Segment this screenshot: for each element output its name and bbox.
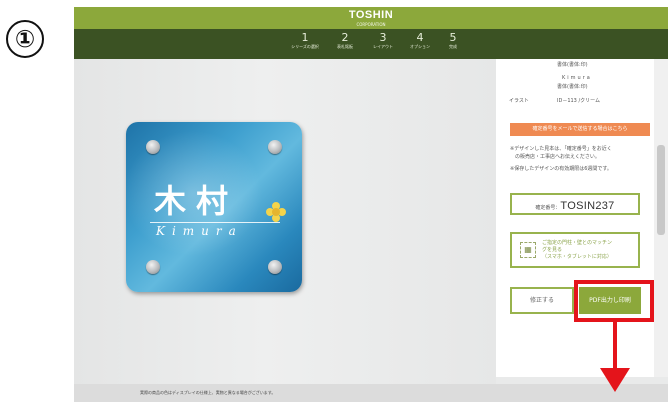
step-5[interactable]: 5 完成 [436, 32, 470, 50]
step-number: 5 [449, 31, 457, 44]
step-number-1: ① [6, 20, 44, 58]
scrollbar-thumb[interactable] [657, 145, 665, 235]
screw-icon [268, 260, 282, 274]
highlight-box [574, 280, 654, 322]
code-label: 確定番号： [535, 205, 561, 211]
qr-code-icon: ▦ [520, 242, 536, 258]
step-number: 1 [301, 31, 309, 44]
brand-logo-text: TOSHIN [348, 9, 394, 21]
brand-header: TOSHIN CORPORATION [74, 7, 668, 29]
settings-panel [496, 59, 654, 377]
nameplate-romaji: Kimura [156, 224, 243, 238]
disclaimer-text: 実際の商品の色はディスプレイの仕様上、実物と異なる場合がございます。 [140, 390, 276, 395]
nameplate-divider [150, 222, 280, 223]
step-number: 4 [416, 31, 424, 44]
qr-text-line: グを見る [542, 247, 563, 253]
step-label: 完成 [449, 44, 457, 49]
email-code-button[interactable]: 確定番号をメールで送信する場合はこちら [510, 123, 650, 136]
qr-text: ご指定の門柱・壁とのマッチン グを見る （スマホ・タブレットに対応） [542, 240, 612, 261]
panel-scrollbar[interactable] [654, 59, 668, 377]
illust-label: イラスト [509, 98, 529, 104]
font-value: 書体(書体:印) [557, 62, 588, 68]
screw-icon [268, 140, 282, 154]
qr-text-line: ご指定の門柱・壁とのマッチン [542, 240, 612, 246]
romaji-value: Kimura [562, 75, 592, 81]
edit-button[interactable]: 修正する [510, 287, 574, 314]
screw-icon [146, 260, 160, 274]
step-label: オプション [410, 44, 430, 49]
arrow-head-icon [600, 368, 630, 392]
step-navigation: 1 シリーズの選択 2 表札銘板 3 レイアウト 4 オプション 5 完成 [74, 29, 668, 59]
brand-subtitle: CORPORATION [356, 22, 386, 27]
note-line: の販売店・工事店へお伝えください。 [510, 154, 600, 160]
nameplate-preview: 木村 Kimura [126, 122, 302, 292]
qr-match-button[interactable]: ▦ ご指定の門柱・壁とのマッチン グを見る （スマホ・タブレットに対応） [510, 232, 640, 268]
note-line: ※保存したデザインの有効期限は6週間です。 [510, 166, 612, 172]
step-label: シリーズの選択 [291, 44, 319, 49]
step-label: レイアウト [373, 44, 393, 49]
note-line: ※デザインした見本は、「確定番号」をお近く [510, 146, 612, 152]
step-number: 2 [341, 31, 349, 44]
confirmation-code-box: 確定番号：TOSIN237 [510, 193, 640, 215]
illust-value: ID－113 /クリーム [557, 98, 600, 104]
flower-icon [266, 202, 286, 222]
step-number: 3 [379, 31, 387, 44]
step-3[interactable]: 3 レイアウト [366, 32, 400, 50]
step-label: 表札銘板 [337, 44, 353, 49]
nameplate-kanji: 木村 [154, 182, 239, 220]
font-value-2: 書体(書体:印) [557, 84, 588, 90]
qr-text-line: （スマホ・タブレットに対応） [542, 254, 612, 260]
step-4[interactable]: 4 オプション [403, 32, 437, 50]
screw-icon [146, 140, 160, 154]
step-2[interactable]: 2 表札銘板 [328, 32, 362, 50]
footer-disclaimer: 実際の商品の色はディスプレイの仕様上、実物と異なる場合がございます。 [74, 384, 668, 402]
code-value: TOSIN237 [560, 200, 615, 212]
step-1[interactable]: 1 シリーズの選択 [288, 32, 322, 50]
arrow-down-icon [613, 322, 617, 374]
